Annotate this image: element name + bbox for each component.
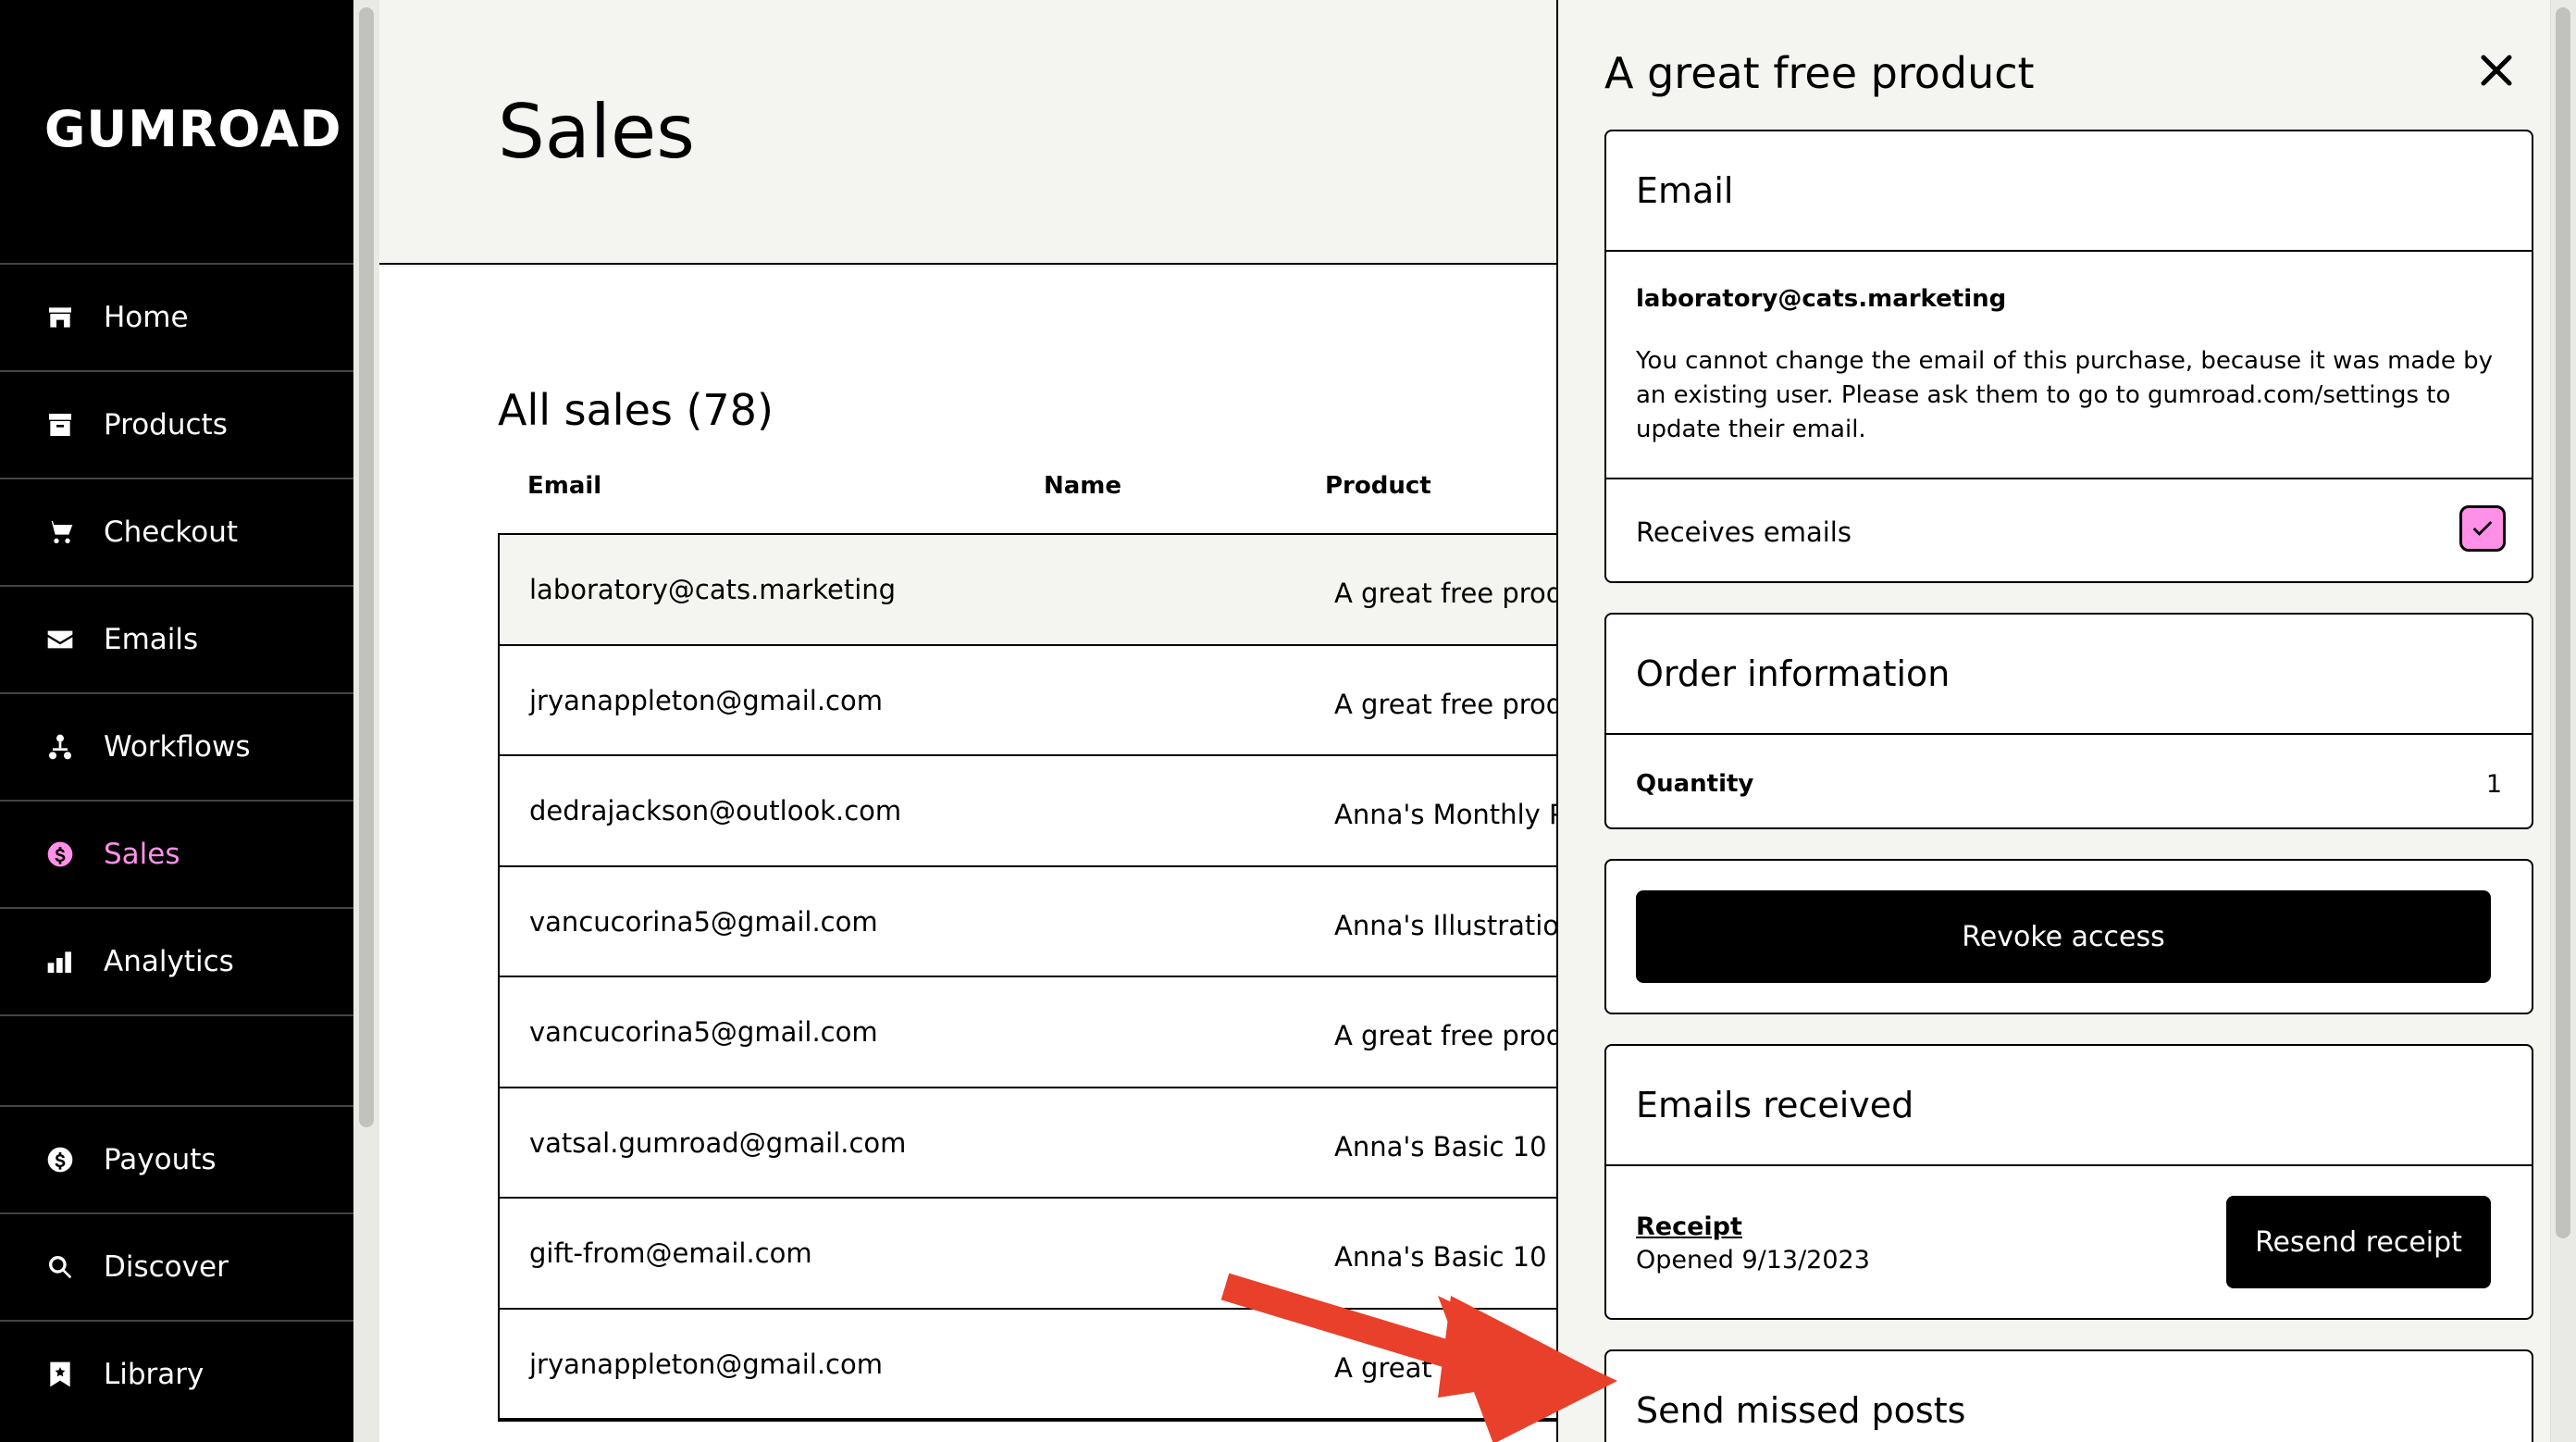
sidebar-item-label: Workflows xyxy=(104,730,251,764)
sidebar-item-label: Sales xyxy=(104,838,180,871)
check-icon xyxy=(2472,521,2493,536)
sidebar-item-discover[interactable]: Discover xyxy=(0,1212,353,1320)
column-header-name[interactable]: Name xyxy=(1044,472,1121,500)
row-email: jryanappleton@gmail.com xyxy=(529,684,883,716)
table-row[interactable]: vancucorina5@gmail.com A great free prod… xyxy=(500,977,1556,1088)
divider xyxy=(1606,478,2532,479)
close-icon[interactable] xyxy=(2474,48,2519,93)
row-email: dedrajackson@outlook.com xyxy=(529,795,902,827)
revoke-access-card: Revoke access xyxy=(1604,859,2533,1014)
table-row[interactable]: vancucorina5@gmail.com Anna's Illustrati… xyxy=(500,866,1556,977)
order-card-heading: Order information xyxy=(1606,615,2532,735)
sidebar-item-label: Analytics xyxy=(104,945,234,978)
send-missed-posts-heading: Send missed posts xyxy=(1636,1390,1966,1431)
sale-detail-drawer: A great free product Email laboratory@ca… xyxy=(1556,0,2576,1442)
row-product: Anna's Monthly P xyxy=(1334,799,1556,830)
sidebar-item-analytics[interactable]: Analytics xyxy=(0,907,353,1014)
emails-received-card: Emails received Receipt Opened 9/13/2023… xyxy=(1604,1044,2533,1320)
column-header-product[interactable]: Product xyxy=(1325,472,1431,500)
sidebar-item-payouts[interactable]: Payouts xyxy=(0,1105,353,1212)
email-change-note: You cannot change the email of this purc… xyxy=(1636,347,2494,443)
sidebar-item-label: Discover xyxy=(104,1250,229,1284)
sidebar: GUMROAD Home Products Checkout Emails Wo… xyxy=(0,0,353,1442)
receives-emails-label: Receives emails xyxy=(1636,516,1852,548)
sidebar-item-label: Emails xyxy=(104,623,199,656)
resend-receipt-button[interactable]: Resend receipt xyxy=(2226,1196,2491,1288)
row-product: A great free product xyxy=(1334,1020,1556,1051)
search-icon xyxy=(44,1251,76,1283)
row-product: A great free product xyxy=(1334,688,1556,720)
archive-icon xyxy=(44,409,76,441)
row-email: vancucorina5@gmail.com xyxy=(529,905,878,938)
row-email: laboratory@cats.marketing xyxy=(529,574,897,605)
annotation-arrow xyxy=(1220,1273,1617,1442)
page-title: Sales xyxy=(498,89,695,175)
table-row[interactable]: laboratory@cats.marketing A great free p… xyxy=(500,535,1556,646)
table-row[interactable]: vatsal.gumroad@gmail.com Anna's Basic 10… xyxy=(500,1088,1556,1199)
receives-emails-checkbox[interactable] xyxy=(2459,505,2506,552)
row-email: vatsal.gumroad@gmail.com xyxy=(529,1126,907,1159)
row-product: Anna's Illustration xyxy=(1334,909,1556,941)
sidebar-scrollbar-thumb[interactable] xyxy=(359,7,374,1127)
sidebar-item-products[interactable]: Products xyxy=(0,370,353,478)
row-email: gift-from@email.com xyxy=(529,1237,812,1269)
section-title: All sales (78) xyxy=(498,385,774,435)
drawer-title: A great free product xyxy=(1604,48,2035,98)
drawer-scrollbar-thumb[interactable] xyxy=(2556,7,2570,1238)
send-missed-posts-card: Send missed posts xyxy=(1604,1349,2533,1442)
sidebar-item-sales[interactable]: Sales xyxy=(0,800,353,907)
customer-email: laboratory@cats.marketing xyxy=(1636,285,2007,313)
revoke-access-button[interactable]: Revoke access xyxy=(1636,890,2491,983)
sidebar-item-label: Products xyxy=(104,408,228,441)
sidebar-item-label: Checkout xyxy=(104,516,239,549)
receipt-link[interactable]: Receipt xyxy=(1636,1212,1742,1241)
sidebar-item-workflows[interactable]: Workflows xyxy=(0,692,353,800)
table-row[interactable]: jryanappleton@gmail.com A great free pro… xyxy=(500,645,1556,756)
main-content: Sales All sales (78) Email Name Product … xyxy=(379,0,1556,1442)
column-header-email[interactable]: Email xyxy=(527,472,601,500)
sidebar-item-label: Library xyxy=(104,1358,204,1391)
gumroad-logo[interactable]: GUMROAD xyxy=(44,100,342,158)
dollar-circle-icon xyxy=(44,839,76,870)
sidebar-item-library[interactable]: Library xyxy=(0,1320,353,1427)
row-product: A great free product xyxy=(1334,578,1556,609)
quantity-label: Quantity xyxy=(1636,770,1754,798)
sidebar-item-label: Payouts xyxy=(104,1143,217,1176)
cart-icon xyxy=(44,516,76,548)
row-product: Anna's Basic 10 B xyxy=(1334,1130,1556,1162)
receipt-opened-date: Opened 9/13/2023 xyxy=(1636,1246,1870,1274)
sidebar-item-checkout[interactable]: Checkout xyxy=(0,478,353,585)
dollar-circle-icon xyxy=(44,1144,76,1175)
quantity-value: 1 xyxy=(2485,770,2502,799)
sidebar-item-home[interactable]: Home xyxy=(0,263,353,370)
emails-received-heading: Emails received xyxy=(1606,1046,2532,1166)
order-information-card: Order information Quantity 1 xyxy=(1604,613,2533,829)
table-row[interactable]: dedrajackson@outlook.com Anna's Monthly … xyxy=(500,756,1556,867)
email-card: Email laboratory@cats.marketing You cann… xyxy=(1604,130,2533,583)
bookmark-icon xyxy=(44,1359,76,1390)
store-icon xyxy=(44,302,76,333)
email-card-heading: Email xyxy=(1606,131,2532,252)
row-email: jryanappleton@gmail.com xyxy=(529,1348,883,1380)
row-email: vancucorina5@gmail.com xyxy=(529,1016,878,1048)
sidebar-item-emails[interactable]: Emails xyxy=(0,585,353,692)
envelope-icon xyxy=(44,624,76,655)
sidebar-item-label: Home xyxy=(104,301,189,334)
workflow-icon xyxy=(44,731,76,763)
page-header: Sales xyxy=(379,0,1556,265)
bar-chart-icon xyxy=(44,946,76,977)
